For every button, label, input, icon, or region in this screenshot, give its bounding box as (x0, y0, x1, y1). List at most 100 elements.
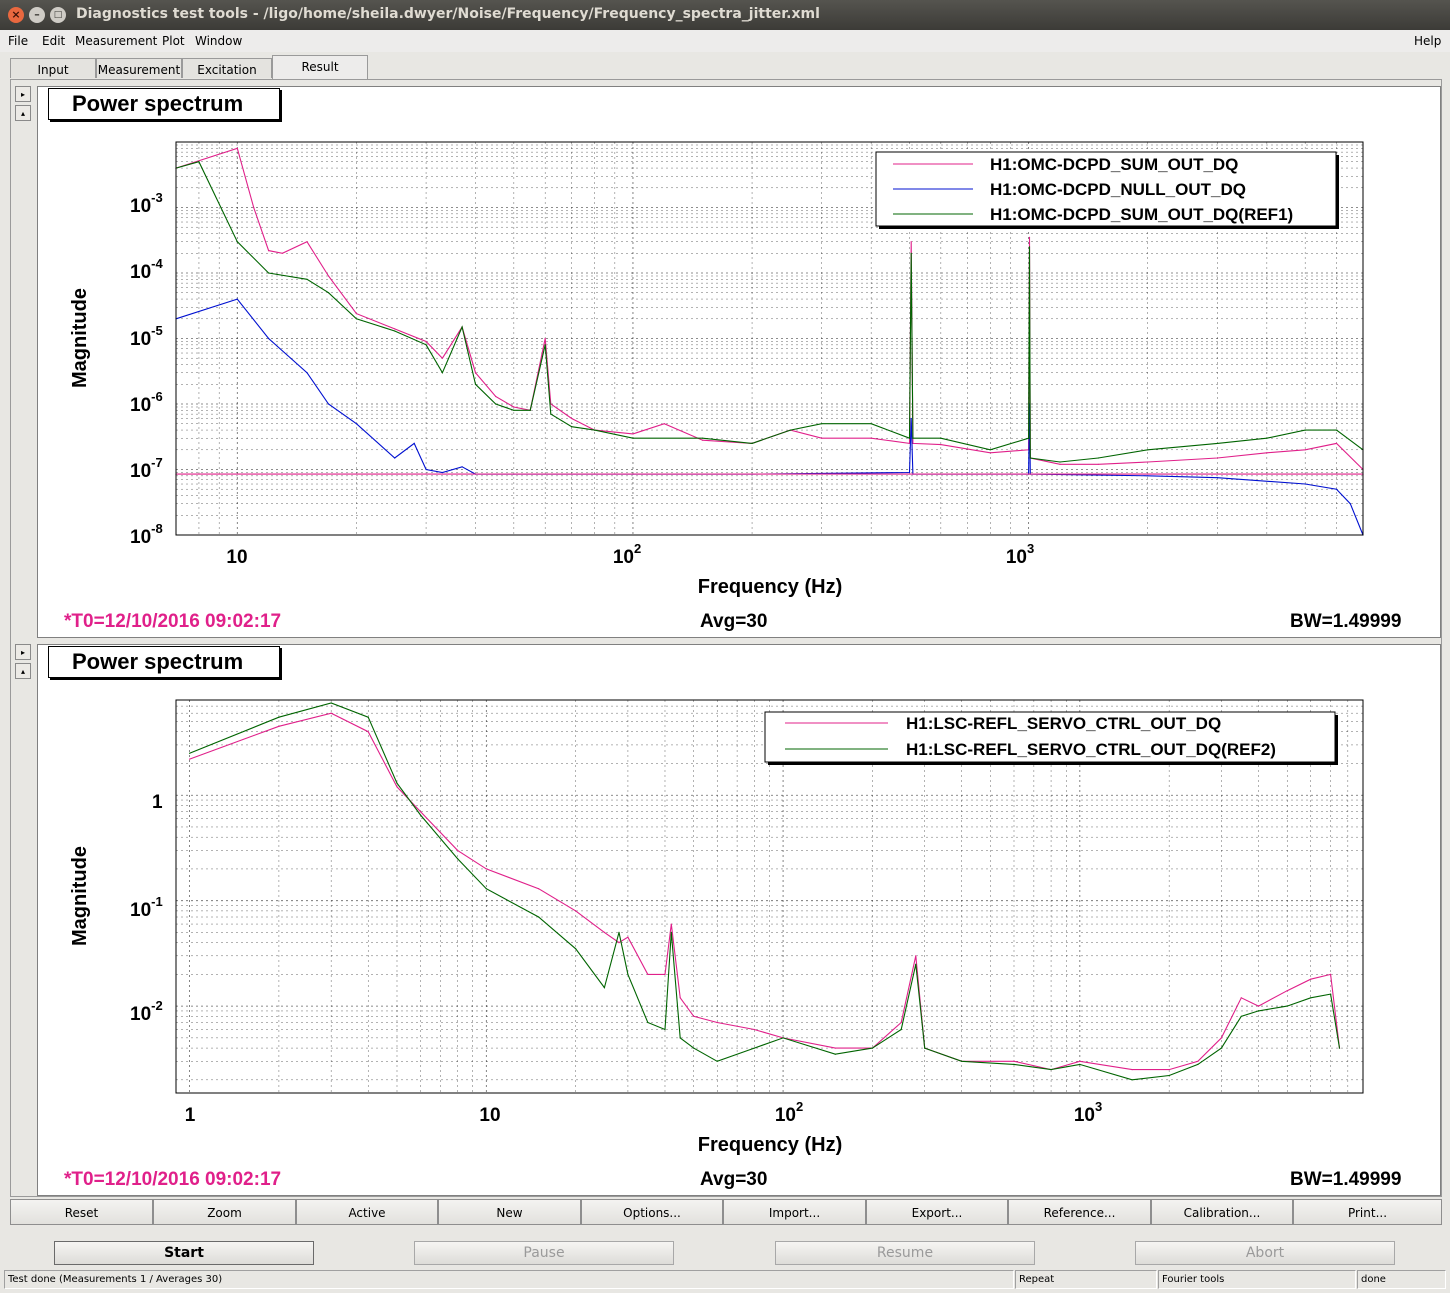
y-axis-label: Magnitude (69, 288, 91, 388)
series-point-2 (529, 409, 531, 411)
start-button[interactable]: Start (54, 1241, 314, 1265)
y-tick-label: 10-6 (130, 389, 163, 416)
series-point-1 (627, 973, 629, 976)
series-point-0 (396, 786, 398, 788)
series-point-1 (679, 1037, 681, 1039)
series-point-0 (627, 936, 629, 938)
status-tool: Fourier tools (1158, 1270, 1356, 1289)
averages-label: Avg=30 (700, 611, 768, 632)
x-tick-label: 1 (185, 1105, 196, 1126)
series-point-2 (1097, 457, 1099, 459)
series-point-2 (1266, 437, 1268, 439)
new-button[interactable]: New (438, 1199, 581, 1225)
series-point-1 (1131, 1079, 1133, 1081)
options-button[interactable]: Options... (581, 1199, 723, 1225)
series-line-1 (175, 298, 1364, 536)
series-point-0 (632, 433, 634, 435)
series-point-1 (1079, 1063, 1081, 1065)
series-point-1 (538, 916, 540, 918)
reference-button[interactable]: Reference... (1008, 1199, 1151, 1225)
series-point-1 (330, 702, 332, 704)
series-point-1 (1216, 477, 1218, 479)
legend-entry: H1:LSC-REFL_SERVO_CTRL_OUT_DQ (906, 714, 1221, 733)
series-point-1 (278, 716, 280, 718)
series-point-0 (679, 997, 681, 999)
series-point-1 (1220, 1047, 1222, 1049)
series-point-0 (900, 1021, 902, 1024)
export-button[interactable]: Export... (866, 1199, 1008, 1225)
series-point-1 (306, 372, 308, 374)
series-point-0 (664, 973, 666, 976)
start-time-label: *T0=12/10/2016 09:02:17 (64, 611, 282, 632)
series-point-0 (544, 337, 546, 340)
series-point-1 (396, 782, 398, 784)
y-tick-label: 10-7 (130, 455, 163, 482)
x-tick-label: 10 (226, 547, 247, 568)
series-point-0 (693, 1015, 695, 1017)
x-tick-labels: 1 10 102 103 (185, 1099, 1102, 1126)
series-point-2 (550, 413, 552, 415)
series-point-1 (1335, 488, 1338, 490)
series-point-2 (1029, 457, 1031, 459)
power-spectrum-chart-bottom[interactable]: 1 10 102 103 1 10-1 10-2 Frequency (Hz) … (0, 640, 1450, 1200)
print-button[interactable]: Print... (1293, 1199, 1442, 1225)
resume-button[interactable]: Resume (775, 1241, 1035, 1265)
series-point-2 (1304, 429, 1306, 431)
series-point-0 (441, 357, 443, 359)
series-point-2 (236, 241, 238, 243)
series-point-1 (1257, 1010, 1260, 1012)
series-point-0 (367, 731, 369, 733)
series-point-1 (716, 1060, 718, 1062)
series-point-1 (355, 423, 357, 425)
bandwidth-label: BW=1.49999 (1290, 1169, 1402, 1190)
calibration-button[interactable]: Calibration... (1151, 1199, 1293, 1225)
series-point-2 (1147, 449, 1149, 451)
series-point-0 (1286, 990, 1288, 992)
series-point-1 (1338, 1047, 1341, 1049)
series-point-0 (1266, 452, 1268, 454)
series-point-0 (189, 758, 191, 760)
series-point-2 (571, 426, 573, 428)
series-point-0 (1059, 463, 1061, 465)
series-point-1 (457, 858, 459, 860)
series-point-2 (441, 372, 443, 374)
legend: H1:OMC-DCPD_SUM_OUT_DQ H1:OMC-DCPD_NULL_… (875, 151, 1339, 229)
series-point-2 (908, 437, 911, 439)
series-point-2 (513, 409, 515, 411)
reset-button[interactable]: Reset (10, 1199, 153, 1225)
series-point-2 (702, 437, 704, 439)
series-point-1 (485, 888, 487, 890)
active-button[interactable]: Active (296, 1199, 438, 1225)
series-point-0 (1168, 1069, 1170, 1071)
abort-button[interactable]: Abort (1135, 1241, 1395, 1265)
series-point-1 (441, 471, 443, 474)
power-spectrum-chart-top[interactable]: 10 102 103 10-3 10-4 10-5 10-6 10-7 10-8… (0, 0, 1450, 640)
x-tick-labels: 10 102 103 (226, 541, 1034, 568)
series-point-1 (394, 457, 396, 459)
series-point-2 (425, 344, 427, 346)
x-tick-label: 102 (775, 1099, 803, 1126)
series-point-0 (253, 206, 255, 209)
series-point-2 (394, 330, 396, 332)
series-point-1 (1050, 1069, 1052, 1071)
series-point-2 (751, 442, 753, 444)
import-button[interactable]: Import... (723, 1199, 866, 1225)
status-mode: Repeat (1015, 1270, 1157, 1289)
series-point-2 (910, 252, 912, 254)
series-point-1 (1304, 483, 1306, 485)
zoom-button[interactable]: Zoom (153, 1199, 296, 1225)
series-point-0 (618, 942, 620, 944)
series-point-0 (753, 1028, 755, 1031)
x-tick-label: 103 (1074, 1099, 1102, 1126)
series-point-1 (268, 337, 270, 340)
series-point-0 (1131, 1069, 1133, 1071)
series-point-0 (485, 868, 487, 870)
series-point-2 (789, 429, 792, 431)
series-point-1 (236, 298, 238, 300)
series-point-1 (1013, 1063, 1015, 1065)
series-point-0 (306, 241, 308, 243)
status-bar: Test done (Measurements 1 / Averages 30)… (0, 1270, 1450, 1290)
y-tick-label: 10-2 (130, 998, 163, 1025)
series-point-0 (538, 888, 540, 890)
pause-button[interactable]: Pause (414, 1241, 674, 1265)
